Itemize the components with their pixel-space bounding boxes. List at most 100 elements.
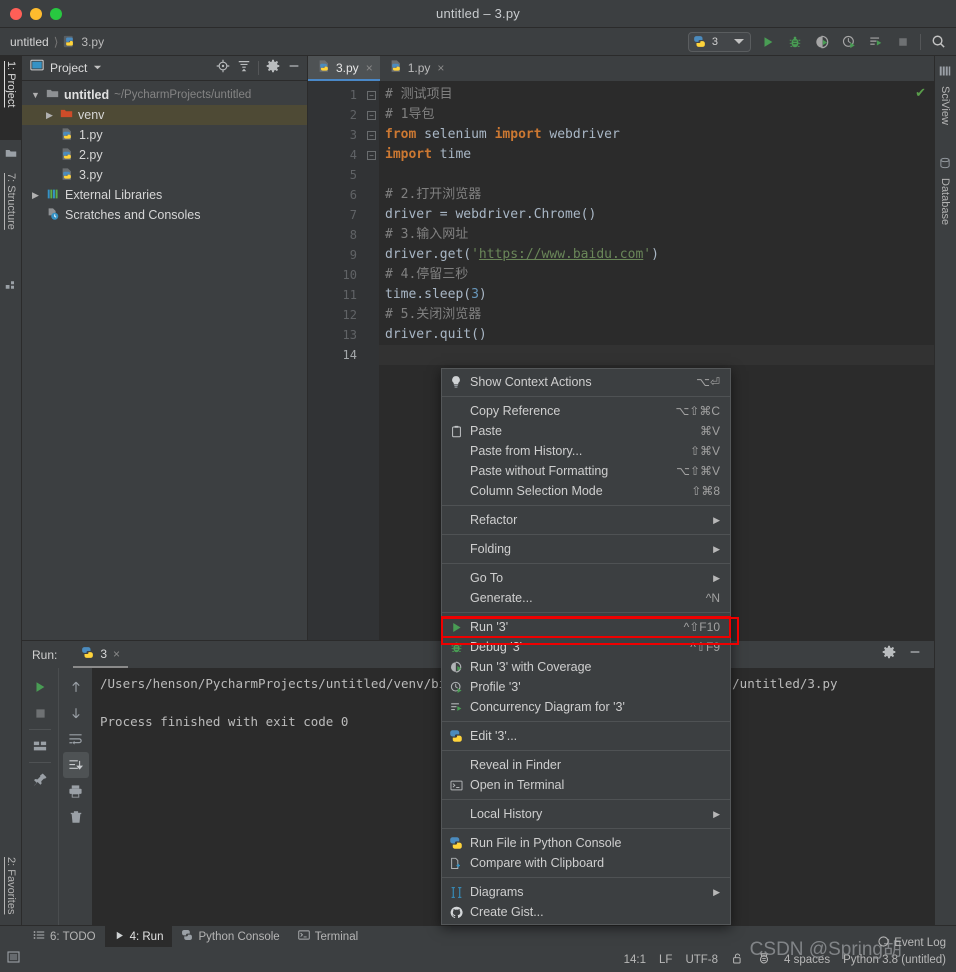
fold-marker[interactable] [365,265,379,285]
code-line[interactable]: # 2.打开浏览器 [379,185,934,205]
print-icon[interactable] [63,778,89,804]
fold-marker[interactable] [365,165,379,185]
tree-item-2py[interactable]: 2.py [22,145,307,165]
hide-panel-icon[interactable] [908,645,922,664]
menu-item-run-3-with-coverage[interactable]: Run '3' with Coverage [442,657,730,677]
menu-item-folding[interactable]: Folding ▶ [442,539,730,559]
gear-icon[interactable] [882,645,896,664]
close-icon[interactable]: × [437,61,444,75]
bottom-tab-todo[interactable]: 6: TODO [24,926,105,948]
expand-arrow-icon[interactable]: ▼ [30,90,41,100]
project-tree[interactable]: ▼ untitled ~/PycharmProjects/untitled ▶ … [22,81,307,225]
chevron-down-icon[interactable] [734,39,744,44]
pin-button[interactable] [27,766,53,792]
breadcrumb-project[interactable]: untitled [10,35,49,49]
code-folding-column[interactable]: − − − − [365,81,379,640]
menu-item-refactor[interactable]: Refactor ▶ [442,510,730,530]
breadcrumb[interactable]: untitled ⟩ 3.py [0,35,104,49]
fold-marker[interactable]: − [365,145,379,165]
menu-item-paste-without-formatting[interactable]: Paste without Formatting ⌥⇧⌘V [442,461,730,481]
menu-item-copy-reference[interactable]: Copy Reference ⌥⇧⌘C [442,401,730,421]
sidebar-item-database[interactable]: Database [934,174,956,246]
run-tab-3[interactable]: 3 × [73,641,129,668]
close-icon[interactable]: × [366,61,373,75]
code-line[interactable]: # 1导包 [379,105,934,125]
hide-panel-icon[interactable] [287,59,301,78]
code-line[interactable]: # 3.输入网址 [379,225,934,245]
fold-marker[interactable]: − [365,105,379,125]
code-line[interactable]: time.sleep(3) [379,285,934,305]
target-icon[interactable] [216,59,230,78]
tree-item-venv[interactable]: ▶ venv [22,105,307,125]
bottom-tab-run[interactable]: 4: Run [104,925,173,948]
editor-context-menu[interactable]: Show Context Actions ⌥⏎ Copy Reference ⌥⇧⌘C… [441,368,731,925]
menu-item-compare-with-clipboard[interactable]: Compare with Clipboard [442,853,730,873]
fold-marker[interactable]: − [365,85,379,105]
fold-marker[interactable] [365,325,379,345]
debug-button[interactable] [785,32,805,52]
code-line[interactable]: # 5.关闭浏览器 [379,305,934,325]
breadcrumb-file[interactable]: 3.py [81,35,104,49]
menu-item-paste[interactable]: Paste ⌘V [442,421,730,441]
sidebar-item-sciview[interactable]: SciView [934,82,956,144]
fold-marker[interactable] [365,185,379,205]
sidebar-item-structure[interactable]: 7: Structure [0,168,22,272]
fold-marker[interactable] [365,225,379,245]
tree-item-external-libraries[interactable]: ▶ External Libraries [22,185,307,205]
menu-item-create-gist[interactable]: Create Gist... [442,902,730,922]
line-separator[interactable]: LF [659,954,672,966]
tree-item-1py[interactable]: 1.py [22,125,307,145]
rerun-button[interactable] [27,674,53,700]
concurrency-button[interactable] [866,32,886,52]
minimize-window-button[interactable] [30,8,42,20]
unlocked-icon[interactable] [731,952,744,968]
file-encoding[interactable]: UTF-8 [685,954,718,966]
sidebar-item-project[interactable]: 1: Project [0,56,22,140]
code-line[interactable]: driver = webdriver.Chrome() [379,205,934,225]
menu-item-reveal-in-finder[interactable]: Reveal in Finder [442,755,730,775]
expand-arrow-icon[interactable]: ▶ [44,110,55,121]
tree-item-scratches[interactable]: Scratches and Consoles [22,205,307,225]
menu-item-local-history[interactable]: Local History ▶ [442,804,730,824]
menu-item-go-to[interactable]: Go To ▶ [442,568,730,588]
run-configuration-selector[interactable]: 3 [687,31,751,52]
menu-item-profile-3[interactable]: Profile '3' [442,677,730,697]
tree-item-3py[interactable]: 3.py [22,165,307,185]
layout-button[interactable] [27,733,53,759]
scroll-to-end-icon[interactable] [62,752,89,778]
menu-item-edit-3[interactable]: Edit '3'... [442,726,730,746]
show-tool-windows-icon[interactable] [6,949,22,970]
code-line[interactable]: import time [379,145,934,165]
soft-wrap-icon[interactable] [63,726,89,752]
menu-item-column-selection-mode[interactable]: Column Selection Mode ⇧⌘8 [442,481,730,501]
menu-item-concurrency-diagram-for-3[interactable]: Concurrency Diagram for '3' [442,697,730,717]
code-line[interactable]: driver.quit() [379,325,934,345]
fold-marker[interactable] [365,305,379,325]
menu-item-generate[interactable]: Generate... ^N [442,588,730,608]
trash-icon[interactable] [63,804,89,830]
expand-arrow-icon[interactable]: ▶ [30,190,41,201]
menu-item-show-context-actions[interactable]: Show Context Actions ⌥⏎ [442,372,730,392]
tab-1py[interactable]: 1.py × [380,56,452,81]
menu-item-run-3[interactable]: Run '3' ^⇧F10 [441,616,731,638]
chevron-down-icon[interactable] [93,59,102,77]
run-button[interactable] [758,32,778,52]
menu-item-debug-3[interactable]: Debug '3' ^⇧F9 [442,637,730,657]
maximize-window-button[interactable] [50,8,62,20]
bottom-tab-terminal[interactable]: Terminal [289,926,367,948]
traffic-lights[interactable] [10,8,62,20]
profile-button[interactable] [839,32,859,52]
stop-button[interactable] [27,700,53,726]
fold-marker[interactable] [365,245,379,265]
close-icon[interactable]: × [113,647,120,661]
menu-item-diagrams[interactable]: Diagrams ▶ [442,882,730,902]
tab-3py[interactable]: 3.py × [308,56,380,81]
menu-item-run-file-in-python-console[interactable]: Run File in Python Console [442,833,730,853]
event-log-button[interactable]: Event Log [877,935,946,951]
search-icon[interactable] [928,32,948,52]
fold-marker[interactable]: − [365,125,379,145]
collapse-all-icon[interactable] [237,59,251,78]
code-line[interactable]: # 测试项目 [379,85,934,105]
menu-item-open-in-terminal[interactable]: Open in Terminal [442,775,730,795]
code-line[interactable]: # 4.停留三秒 [379,265,934,285]
